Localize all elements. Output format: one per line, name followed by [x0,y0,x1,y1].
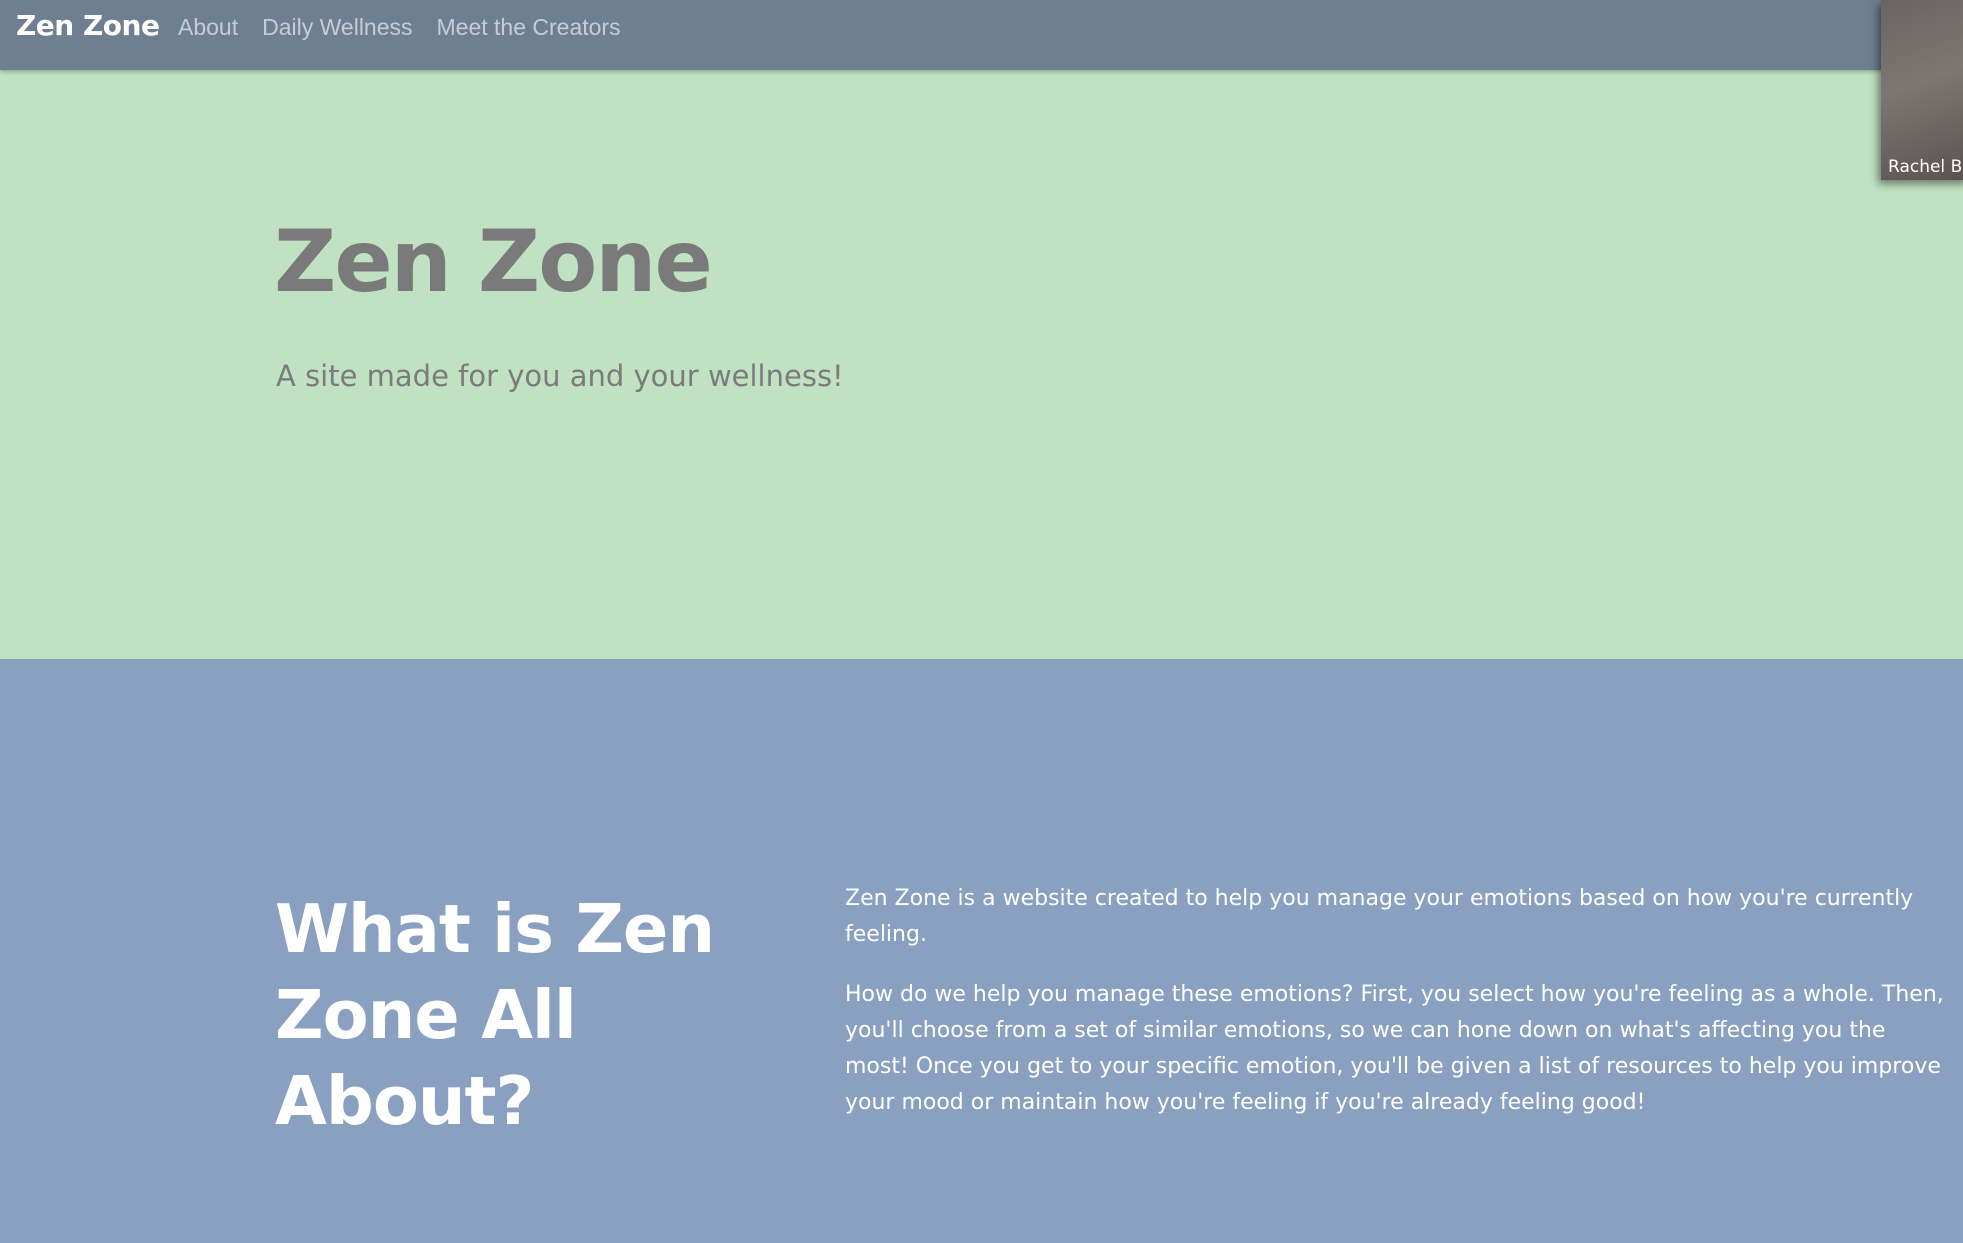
nav-link-about[interactable]: About [178,12,238,42]
video-call-overlay[interactable]: Rachel B [1881,0,1963,180]
about-paragraph-how: How do we help you manage these emotions… [845,982,1944,1115]
about-paragraph-intro: Zen Zone is a website created to help yo… [845,886,1914,947]
about-section: What is Zen Zone All About? Zen Zone is … [0,659,1963,1243]
about-heading: What is Zen Zone All About? [275,890,715,1140]
about-text: Zen Zone is a website created to help yo… [845,881,1945,1145]
navbar: Zen Zone About Daily Wellness Meet the C… [0,0,1963,70]
nav-link-meet-the-creators[interactable]: Meet the Creators [437,12,621,42]
nav-link-daily-wellness[interactable]: Daily Wellness [262,12,412,42]
brand-logo-link[interactable]: Zen Zone [16,8,160,44]
nav-links: About Daily Wellness Meet the Creators [178,12,621,42]
hero-title: Zen Zone [274,212,713,312]
hero-subtitle: A site made for you and your wellness! [276,359,844,393]
hero-section: Zen Zone A site made for you and your we… [0,70,1963,659]
participant-name: Rachel B [1888,157,1963,177]
